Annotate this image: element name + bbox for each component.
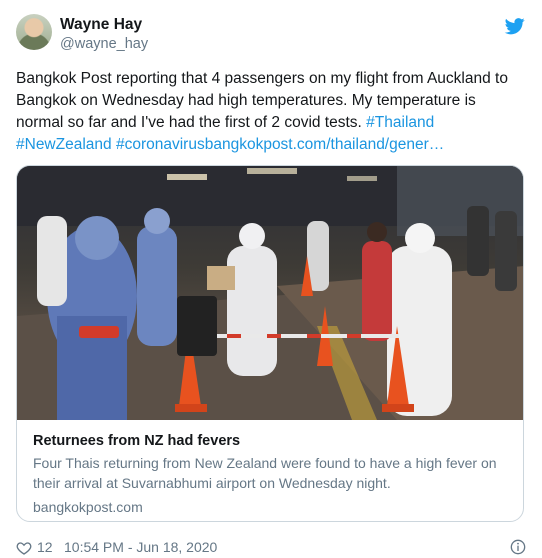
article-photo[interactable]	[17, 166, 523, 420]
twitter-bird-icon[interactable]	[504, 16, 526, 36]
tweet-embed: Wayne Hay @wayne_hay Bangkok Post report…	[0, 0, 542, 558]
tweet-text: Bangkok Post reporting that 4 passengers…	[16, 68, 528, 156]
avatar[interactable]	[16, 14, 52, 50]
tweet-footer: 12 10:54 PM - Jun 18, 2020	[16, 538, 526, 558]
tweet-header: Wayne Hay @wayne_hay	[16, 14, 526, 54]
tweet-text-line-1: Bangkok Post reporting that 4 passengers…	[16, 70, 508, 87]
hashtag-coronavirus[interactable]: #coronavirus	[116, 136, 205, 153]
author-handle[interactable]: @wayne_hay	[60, 35, 148, 53]
info-icon[interactable]	[510, 539, 526, 555]
tweet-text-line-3: normal so far and I've had the first of …	[16, 114, 367, 131]
link-preview-card[interactable]: Returnees from NZ had fevers Four Thais …	[16, 165, 524, 522]
tweet-text-line-2: Bangkok on Wednesday had high temperatur…	[16, 92, 476, 109]
link-card-desc-line-2: their arrival at Suvarnabhumi airport on…	[33, 475, 391, 491]
author-display-name[interactable]: Wayne Hay	[60, 15, 148, 35]
tweet-timestamp[interactable]: 10:54 PM - Jun 18, 2020	[64, 539, 217, 555]
link-card-domain: bangkokpost.com	[33, 499, 143, 515]
link-card-desc-line-1: Four Thais returning from New Zealand we…	[33, 455, 497, 471]
link-card-title[interactable]: Returnees from NZ had fevers	[33, 431, 513, 451]
hashtag-newzealand[interactable]: #NewZealand	[16, 136, 112, 153]
link-card-description: Four Thais returning from New Zealand we…	[33, 453, 513, 493]
link-card-body: Returnees from NZ had fevers Four Thais …	[33, 431, 513, 517]
author-names[interactable]: Wayne Hay @wayne_hay	[60, 15, 148, 53]
heart-icon[interactable]	[16, 540, 32, 556]
tweet-url-link[interactable]: bangkokpost.com/thailand/gener…	[205, 136, 445, 153]
airport-scene-illustration	[17, 166, 523, 420]
hashtag-thailand[interactable]: #Thailand	[366, 114, 434, 131]
like-count[interactable]: 12	[37, 539, 53, 555]
